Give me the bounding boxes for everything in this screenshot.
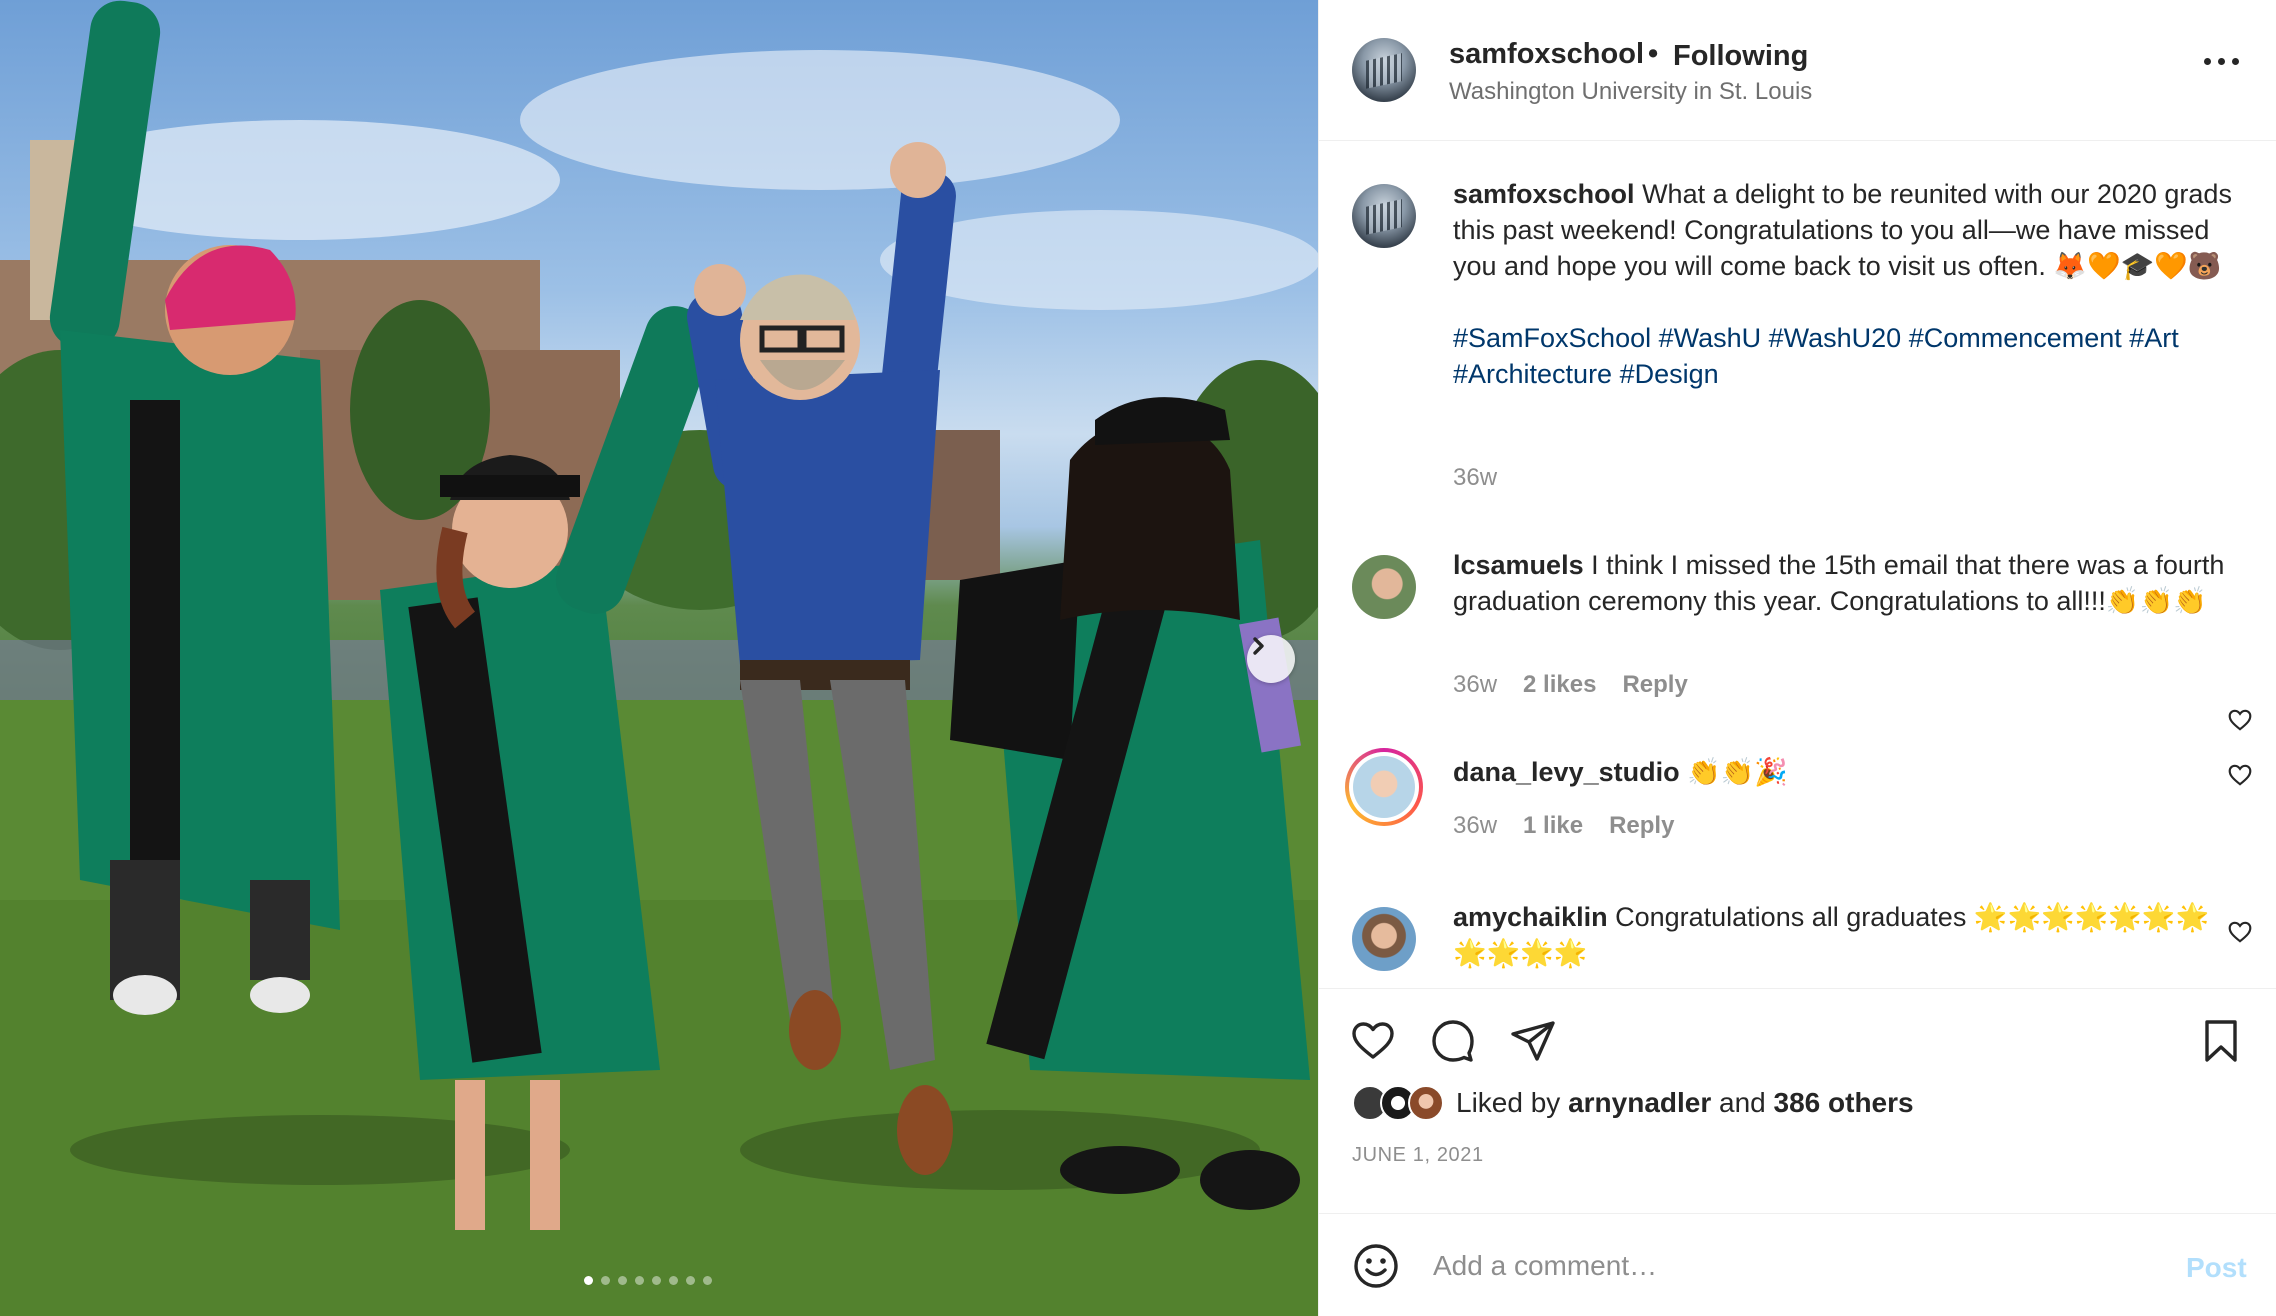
comment-meta: 36w 2 likes Reply: [1453, 671, 1688, 699]
liked-by-user[interactable]: arnynadler: [1568, 1087, 1711, 1118]
post-location[interactable]: Washington University in St. Louis: [1449, 78, 1812, 106]
story-ring[interactable]: [1345, 748, 1423, 826]
like-comment-icon[interactable]: [2227, 919, 2253, 945]
like-comment-icon[interactable]: [2227, 707, 2253, 733]
comment-avatar: [1353, 756, 1415, 818]
comment-text: 👏👏🎉: [1687, 757, 1788, 787]
post-comment-button[interactable]: Post: [2186, 1252, 2247, 1284]
share-icon[interactable]: [1509, 1017, 1557, 1065]
carousel-dot: [618, 1276, 627, 1285]
caption-body: samfoxschool What a delight to be reunit…: [1453, 176, 2243, 392]
caption-username[interactable]: samfoxschool: [1453, 179, 1635, 209]
post-photo[interactable]: [0, 0, 1318, 1316]
comment-avatar[interactable]: [1352, 555, 1416, 619]
likes-text: Liked by arnynadler and 386 others: [1456, 1087, 1914, 1119]
comment-composer: Post: [1319, 1213, 2276, 1316]
comment-body: lcsamuels I think I missed the 15th emai…: [1453, 547, 2233, 619]
comment-username[interactable]: lcsamuels: [1453, 550, 1584, 580]
following-button[interactable]: Following: [1673, 40, 1808, 73]
likes-prefix: Liked by: [1456, 1087, 1561, 1118]
carousel-dot: [669, 1276, 678, 1285]
comment-likes[interactable]: 2 likes: [1523, 671, 1596, 699]
carousel-dot: [601, 1276, 610, 1285]
carousel-dots: [584, 1276, 712, 1285]
photo-scene: [0, 0, 1318, 1316]
author-username[interactable]: samfoxschool: [1449, 38, 1644, 71]
comment-body: amychaiklin Congratulations all graduate…: [1453, 899, 2213, 971]
like-comment-icon[interactable]: [2227, 762, 2253, 788]
carousel-dot: [652, 1276, 661, 1285]
caption-avatar[interactable]: [1352, 184, 1416, 248]
carousel-dot: [584, 1276, 593, 1285]
post-header: samfoxschool • Following Washington Univ…: [1319, 0, 2276, 141]
bookmark-icon[interactable]: [2197, 1017, 2245, 1065]
likes-summary[interactable]: Liked by arnynadler and 386 others: [1352, 1085, 1914, 1121]
emoji-icon[interactable]: [1352, 1242, 1400, 1290]
caption-meta: 36w: [1453, 464, 1497, 492]
chevron-right-icon: [1253, 637, 1264, 655]
comment-body: dana_levy_studio 👏👏🎉: [1453, 754, 2233, 790]
comment-meta: 36w 1 like Reply: [1453, 812, 1674, 840]
likes-and: and: [1719, 1087, 1766, 1118]
liker-avatar: [1408, 1085, 1444, 1121]
carousel-dot: [686, 1276, 695, 1285]
carousel-dot: [635, 1276, 644, 1285]
comment-time[interactable]: 36w: [1453, 812, 1497, 840]
caption-hashtags[interactable]: #SamFoxSchool #WashU #WashU20 #Commencem…: [1453, 320, 2243, 392]
comment-username[interactable]: amychaiklin: [1453, 902, 1608, 932]
header-separator: •: [1648, 38, 1659, 70]
post-date[interactable]: JUNE 1, 2021: [1352, 1144, 1484, 1167]
more-icon[interactable]: [2204, 58, 2239, 65]
comment-input[interactable]: [1433, 1242, 2113, 1290]
post-detail-panel: samfoxschool • Following Washington Univ…: [1318, 0, 2276, 1316]
comment-avatar[interactable]: [1352, 907, 1416, 971]
comment-likes[interactable]: 1 like: [1523, 812, 1583, 840]
comment-username[interactable]: dana_levy_studio: [1453, 757, 1680, 787]
comment-reply-button[interactable]: Reply: [1622, 671, 1687, 699]
comment-time[interactable]: 36w: [1453, 671, 1497, 699]
comment-icon[interactable]: [1429, 1017, 1477, 1065]
comment-reply-button[interactable]: Reply: [1609, 812, 1674, 840]
carousel-next-button[interactable]: [1247, 635, 1295, 683]
carousel-dot: [703, 1276, 712, 1285]
comments-list[interactable]: samfoxschool What a delight to be reunit…: [1319, 142, 2276, 987]
likes-others[interactable]: 386 others: [1774, 1087, 1914, 1118]
caption-time[interactable]: 36w: [1453, 464, 1497, 492]
like-icon[interactable]: [1349, 1017, 1397, 1065]
post-actions: Liked by arnynadler and 386 others JUNE …: [1319, 988, 2276, 1213]
author-avatar[interactable]: [1352, 38, 1416, 102]
